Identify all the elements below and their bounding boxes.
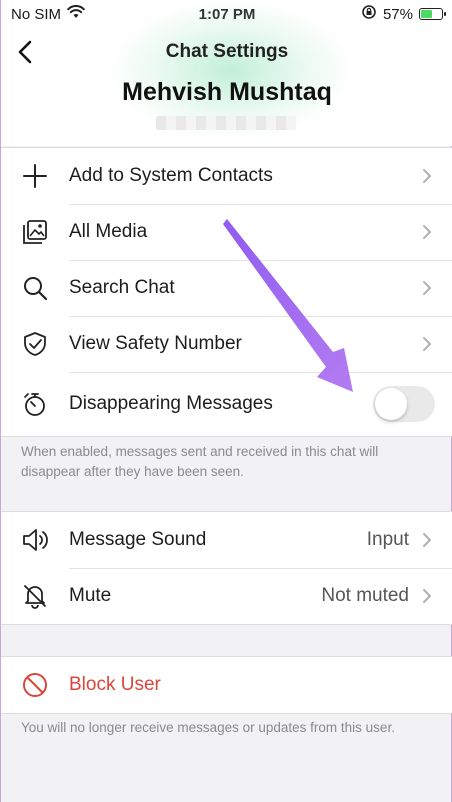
disappearing-messages-footnote: When enabled, messages sent and received… (21, 444, 379, 479)
row-label: Message Sound (69, 529, 207, 550)
row-label: Add to System Contacts (69, 165, 273, 186)
chevron-right-icon (421, 588, 433, 604)
shield-check-icon (21, 330, 49, 358)
block-user-footnote: You will no longer receive messages or u… (21, 720, 395, 735)
carrier-label: No SIM (11, 5, 62, 23)
toggle-knob (375, 388, 407, 420)
row-value: Input (366, 529, 409, 550)
chevron-right-icon (421, 336, 433, 352)
row-label: View Safety Number (69, 333, 242, 354)
battery-fill (421, 10, 432, 18)
all-media-row[interactable]: All Media (1, 204, 452, 260)
block-icon (21, 671, 49, 699)
plus-icon (21, 162, 49, 190)
header: Chat Settings Mehvish Mushtaq (1, 0, 452, 146)
row-value: Not muted (321, 585, 409, 606)
page-title: Chat Settings (165, 41, 289, 62)
sound-settings-group: Message Sound Input Mute Not muted (1, 511, 452, 625)
speaker-icon (21, 526, 49, 554)
chevron-right-icon (421, 532, 433, 548)
status-right: 57% (361, 4, 446, 24)
battery-percent: 57% (382, 5, 413, 23)
block-user-row[interactable]: Block User (1, 657, 452, 713)
view-safety-number-row[interactable]: View Safety Number (1, 316, 452, 372)
chevron-right-icon (421, 224, 433, 240)
orientation-lock-icon (361, 4, 377, 24)
search-chat-row[interactable]: Search Chat (1, 260, 452, 316)
media-gallery-icon (21, 218, 49, 246)
row-label: Mute (69, 585, 112, 606)
row-label: Search Chat (69, 277, 175, 298)
message-sound-row[interactable]: Message Sound Input (1, 512, 452, 568)
row-label: Block User (69, 674, 161, 695)
main-settings-group: Add to System Contacts All Media Search … (1, 147, 452, 437)
wifi-icon (67, 5, 85, 23)
add-to-system-contacts-row[interactable]: Add to System Contacts (1, 148, 452, 204)
row-label: Disappearing Messages (69, 393, 273, 414)
chevron-right-icon (421, 280, 433, 296)
chevron-right-icon (421, 168, 433, 184)
block-group: Block User (1, 656, 452, 714)
row-label: All Media (69, 221, 148, 242)
timer-icon (21, 390, 49, 418)
battery-icon (419, 8, 446, 20)
bell-off-icon (21, 582, 49, 610)
mute-row[interactable]: Mute Not muted (1, 568, 452, 624)
disappearing-messages-toggle[interactable] (373, 386, 435, 422)
contact-name: Mehvish Mushtaq (122, 78, 332, 106)
status-left: No SIM (11, 5, 85, 23)
search-icon (21, 274, 49, 302)
disappearing-messages-row: Disappearing Messages (1, 372, 452, 436)
redacted-phone-number (156, 116, 296, 130)
